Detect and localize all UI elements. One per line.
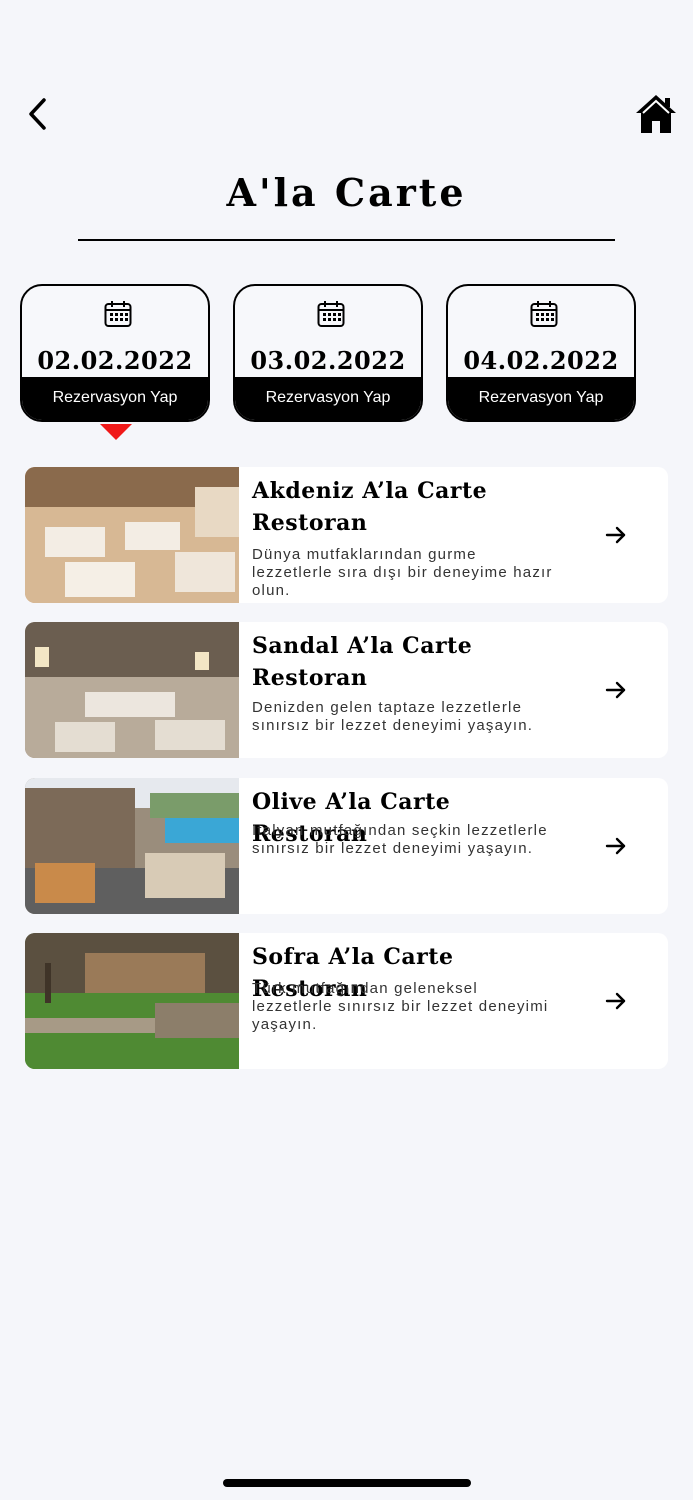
arrow-right-icon[interactable] <box>605 990 627 1012</box>
chevron-left-icon <box>29 98 46 130</box>
restaurant-description: Italyan mutfağından seçkin lezzetlerle s… <box>252 822 548 857</box>
date-card-2[interactable]: 04.02.2022 Rezervasyon Yap <box>446 284 636 422</box>
title-divider <box>78 239 615 241</box>
restaurant-card-akdeniz[interactable]: Akdeniz A’la Carte Restoran Dünya mutfak… <box>25 467 668 603</box>
restaurant-photo <box>25 467 239 603</box>
date-label: 04.02.2022 <box>463 346 619 375</box>
arrow-right-icon[interactable] <box>605 835 627 857</box>
home-icon <box>636 95 676 133</box>
date-card-0[interactable]: 02.02.2022 Rezervasyon Yap <box>20 284 210 422</box>
restaurant-name-line2: Restoran <box>252 510 368 536</box>
reservation-button[interactable]: Rezervasyon Yap <box>235 377 421 420</box>
arrow-right-icon[interactable] <box>605 524 627 546</box>
restaurant-name: Sandal A’la Carte <box>252 633 473 659</box>
calendar-icon <box>530 301 558 327</box>
reservation-button[interactable]: Rezervasyon Yap <box>448 377 634 420</box>
date-label: 02.02.2022 <box>37 346 193 375</box>
restaurant-photo <box>25 622 239 758</box>
back-button[interactable] <box>22 94 58 134</box>
restaurant-photo <box>25 933 239 1069</box>
arrow-right-icon[interactable] <box>605 679 627 701</box>
restaurant-name: Akdeniz A’la Carte <box>252 478 488 504</box>
restaurant-card-sofra[interactable]: Sofra A’la Carte Restoran Türk mutfağınd… <box>25 933 668 1069</box>
restaurant-card-sandal[interactable]: Sandal A’la Carte Restoran Denizden gele… <box>25 622 668 758</box>
calendar-icon <box>317 301 345 327</box>
calendar-icon <box>104 301 132 327</box>
home-indicator[interactable] <box>223 1479 471 1487</box>
restaurant-description: Türk mutfağından geleneksel lezzetlerle … <box>252 980 549 1033</box>
home-button[interactable] <box>634 93 678 135</box>
reservation-button[interactable]: Rezervasyon Yap <box>22 377 208 420</box>
page-title: A'la Carte <box>226 170 467 215</box>
restaurant-name-line2: Restoran <box>252 665 368 691</box>
date-card-1[interactable]: 03.02.2022 Rezervasyon Yap <box>233 284 423 422</box>
restaurant-card-olive[interactable]: Olive A’la Carte Restoran Italyan mutfağ… <box>25 778 668 914</box>
restaurant-description: Dünya mutfaklarından gurme lezzetlerle s… <box>252 546 553 599</box>
restaurant-photo <box>25 778 239 914</box>
selected-date-indicator <box>100 424 132 440</box>
restaurant-description: Denizden gelen taptaze lezzetlerle sınır… <box>252 699 534 734</box>
date-label: 03.02.2022 <box>250 346 406 375</box>
